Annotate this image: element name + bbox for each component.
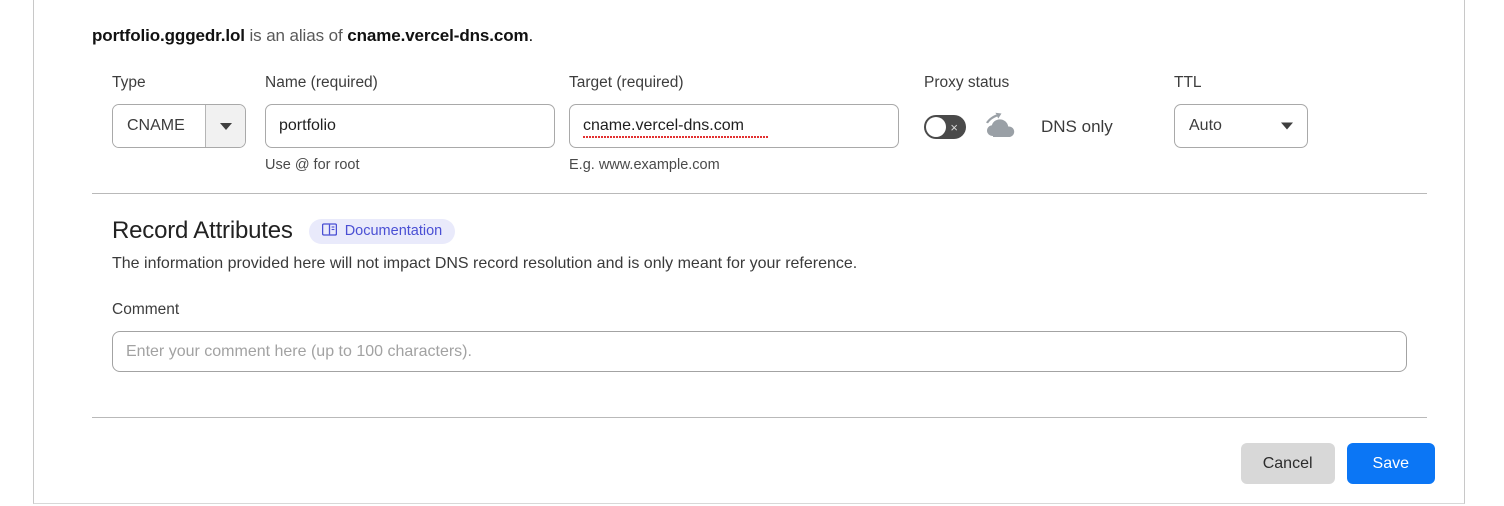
proxy-status-text: DNS only — [1041, 117, 1113, 136]
field-type: Type CNAME — [112, 74, 246, 148]
field-target: Target (required) E.g. www.example.com — [569, 74, 899, 173]
save-button[interactable]: Save — [1346, 443, 1435, 484]
section-divider-bottom — [92, 417, 1427, 418]
dns-record-edit-panel: portfolio.gggedr.lol is an alias of cnam… — [0, 0, 1504, 506]
name-hint: Use @ for root — [265, 157, 360, 173]
target-hint: E.g. www.example.com — [569, 157, 720, 173]
type-select-arrow-button[interactable] — [205, 105, 245, 147]
proxy-toggle[interactable]: × — [924, 115, 966, 139]
proxy-toggle-knob — [926, 117, 946, 137]
record-attributes-header: Record Attributes Documentation — [112, 217, 456, 245]
name-input[interactable] — [265, 104, 555, 148]
alias-target-name: cname.vercel-dns.com — [347, 26, 529, 45]
section-divider-top — [92, 193, 1427, 194]
type-label: Type — [112, 74, 146, 91]
type-select[interactable]: CNAME — [112, 104, 246, 148]
alias-period: . — [528, 26, 534, 45]
target-input[interactable] — [569, 104, 899, 148]
proxy-status-label: Proxy status — [924, 74, 1010, 91]
form-actions: Cancel Save — [1240, 443, 1435, 484]
record-attributes-title: Record Attributes — [112, 217, 293, 244]
field-ttl: TTL Auto — [1174, 74, 1308, 148]
ttl-select-value[interactable]: Auto — [1175, 117, 1222, 135]
name-label: Name (required) — [265, 74, 378, 91]
proxy-toggle-off-mark: × — [950, 119, 958, 135]
comment-label: Comment — [112, 301, 180, 318]
documentation-badge[interactable]: Documentation — [308, 218, 456, 244]
target-input-wrapper — [569, 92, 899, 148]
alias-record-name: portfolio.gggedr.lol — [92, 26, 245, 45]
dns-only-cloud-icon — [981, 110, 1023, 145]
field-name: Name (required) Use @ for root — [265, 74, 555, 173]
proxy-status-row: × DNS only — [924, 106, 1164, 148]
ttl-label: TTL — [1174, 74, 1202, 91]
record-form-content: portfolio.gggedr.lol is an alias of cnam… — [92, 0, 1435, 506]
type-select-value[interactable]: CNAME — [113, 105, 205, 147]
chevron-down-icon — [219, 122, 232, 130]
chevron-down-icon — [1281, 122, 1293, 130]
alias-summary-text: portfolio.gggedr.lol is an alias of cnam… — [92, 26, 533, 46]
documentation-badge-label: Documentation — [344, 223, 443, 239]
ttl-select[interactable]: Auto — [1174, 104, 1308, 148]
cancel-button[interactable]: Cancel — [1240, 443, 1335, 484]
field-proxy-status: Proxy status × DNS only — [924, 74, 1164, 148]
record-fields-row: Type CNAME Name (required) Use @ for roo… — [92, 74, 1427, 174]
target-label: Target (required) — [569, 74, 684, 91]
comment-block: Comment — [112, 301, 1407, 372]
record-attributes-description: The information provided here will not i… — [112, 255, 858, 272]
comment-input[interactable] — [112, 331, 1407, 372]
alias-middle-text: is an alias of — [244, 26, 348, 45]
book-icon — [321, 222, 337, 240]
